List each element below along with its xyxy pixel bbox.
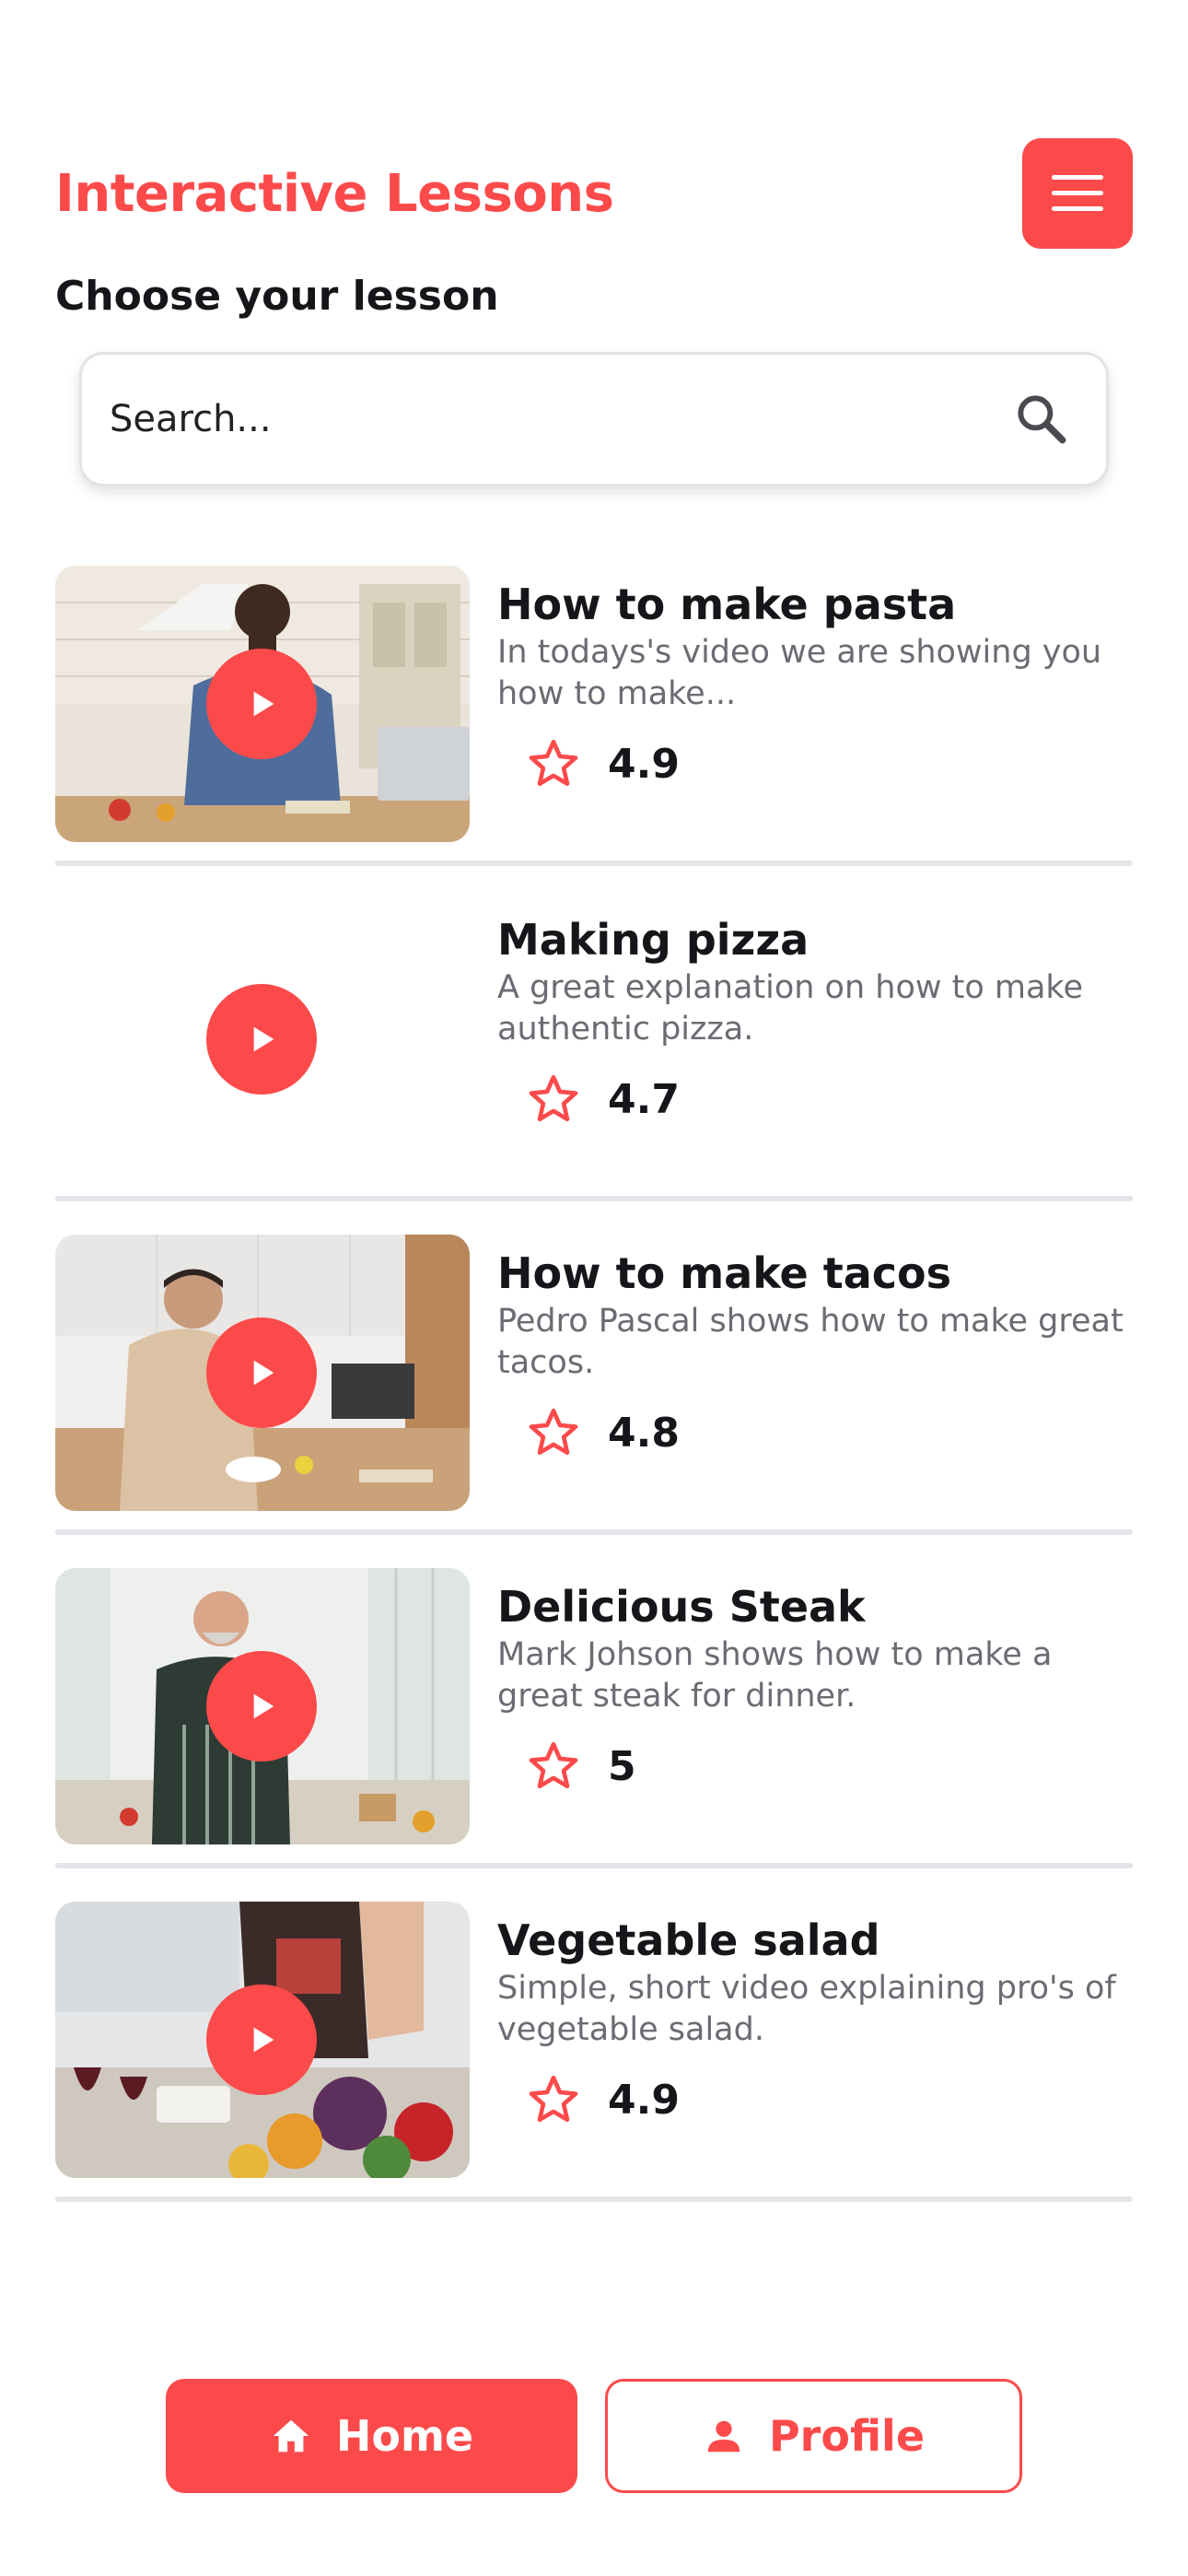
lesson-item[interactable]: Vegetable salad Simple, short video expl…: [55, 1902, 1133, 2235]
divider: [55, 1529, 1133, 1535]
lesson-thumbnail[interactable]: [55, 1568, 470, 1844]
profile-label: Profile: [768, 2411, 926, 2461]
play-button[interactable]: [206, 984, 317, 1095]
play-icon: [253, 1026, 274, 1052]
star-outline-icon: [529, 1074, 578, 1122]
app-title: Interactive Lessons: [55, 163, 614, 224]
play-icon: [253, 2027, 274, 2053]
play-button[interactable]: [206, 1317, 317, 1428]
divider: [55, 861, 1133, 866]
search-input[interactable]: [110, 398, 1012, 440]
lesson-description: Pedro Pascal shows how to make great tac…: [497, 1303, 1124, 1381]
menu-button[interactable]: [1022, 138, 1133, 249]
rating-value: 4.8: [608, 1409, 680, 1457]
divider: [55, 2196, 1133, 2202]
search-bar[interactable]: [79, 352, 1109, 486]
rating-value: 4.7: [608, 1075, 680, 1123]
lesson-title: How to make tacos: [497, 1248, 952, 1298]
profile-button[interactable]: Profile: [605, 2379, 1022, 2493]
rating-value: 4.9: [608, 740, 680, 788]
lesson-description: Mark Johson shows how to make a great st…: [497, 1636, 1053, 1715]
search-icon[interactable]: [1012, 390, 1071, 449]
lesson-info: Vegetable salad Simple, short video expl…: [497, 1914, 1133, 2128]
hamburger-menu-icon: [1052, 175, 1103, 211]
lesson-thumbnail[interactable]: [55, 1235, 470, 1511]
lesson-title: Making pizza: [497, 915, 809, 965]
lesson-description: In todays's video we are showing you how…: [497, 634, 1102, 712]
lesson-description: A great explanation on how to make authe…: [497, 969, 1083, 1048]
lesson-description: Simple, short video explaining pro's of …: [497, 1970, 1116, 2048]
lesson-item[interactable]: How to make pasta In todays's video we a…: [55, 566, 1133, 899]
star-outline-icon: [529, 1408, 578, 1456]
lesson-thumbnail[interactable]: [55, 1902, 470, 2178]
lesson-title: Vegetable salad: [497, 1915, 880, 1965]
lesson-rating: 5: [525, 1738, 1133, 1795]
lesson-info: Delicious Steak Mark Johson shows how to…: [497, 1581, 1133, 1795]
lesson-info: Making pizza A great explanation on how …: [497, 914, 1133, 1128]
star-outline-icon: [529, 2075, 578, 2123]
person-icon: [707, 2420, 740, 2453]
lesson-item[interactable]: How to make tacos Pedro Pascal shows how…: [55, 1235, 1133, 1568]
divider: [55, 1196, 1133, 1201]
lesson-rating: 4.9: [525, 2071, 1133, 2128]
star-outline-icon: [529, 739, 578, 787]
rating-value: 4.9: [608, 2076, 680, 2124]
lesson-item[interactable]: Delicious Steak Mark Johson shows how to…: [55, 1568, 1133, 1902]
lesson-rating: 4.8: [525, 1404, 1133, 1461]
play-icon: [253, 1360, 274, 1386]
play-icon: [253, 691, 274, 717]
bottom-nav: Home Profile: [166, 2379, 1022, 2493]
home-button[interactable]: Home: [166, 2379, 577, 2493]
lesson-rating: 4.9: [525, 735, 1133, 792]
play-button[interactable]: [206, 1985, 317, 2095]
lesson-thumbnail[interactable]: [55, 566, 470, 842]
rating-value: 5: [608, 1742, 636, 1790]
lesson-info: How to make pasta In todays's video we a…: [497, 579, 1133, 792]
star-outline-icon: [529, 1741, 578, 1789]
home-label: Home: [335, 2411, 474, 2461]
play-button[interactable]: [206, 1651, 317, 1762]
lesson-title: Delicious Steak: [497, 1582, 866, 1632]
lesson-rating: 4.7: [525, 1071, 1133, 1128]
header: Interactive Lessons: [55, 138, 1133, 249]
section-title: Choose your lesson: [55, 273, 499, 320]
lesson-info: How to make tacos Pedro Pascal shows how…: [497, 1247, 1133, 1461]
lesson-thumbnail[interactable]: [55, 901, 470, 1177]
play-icon: [253, 1693, 274, 1719]
lesson-title: How to make pasta: [497, 580, 957, 629]
lesson-item[interactable]: Making pizza A great explanation on how …: [55, 901, 1133, 1235]
play-button[interactable]: [206, 649, 317, 759]
home-icon: [273, 2419, 309, 2453]
divider: [55, 1863, 1133, 1868]
lessons-screen: Interactive Lessons Choose your lesson S…: [0, 0, 1188, 2576]
